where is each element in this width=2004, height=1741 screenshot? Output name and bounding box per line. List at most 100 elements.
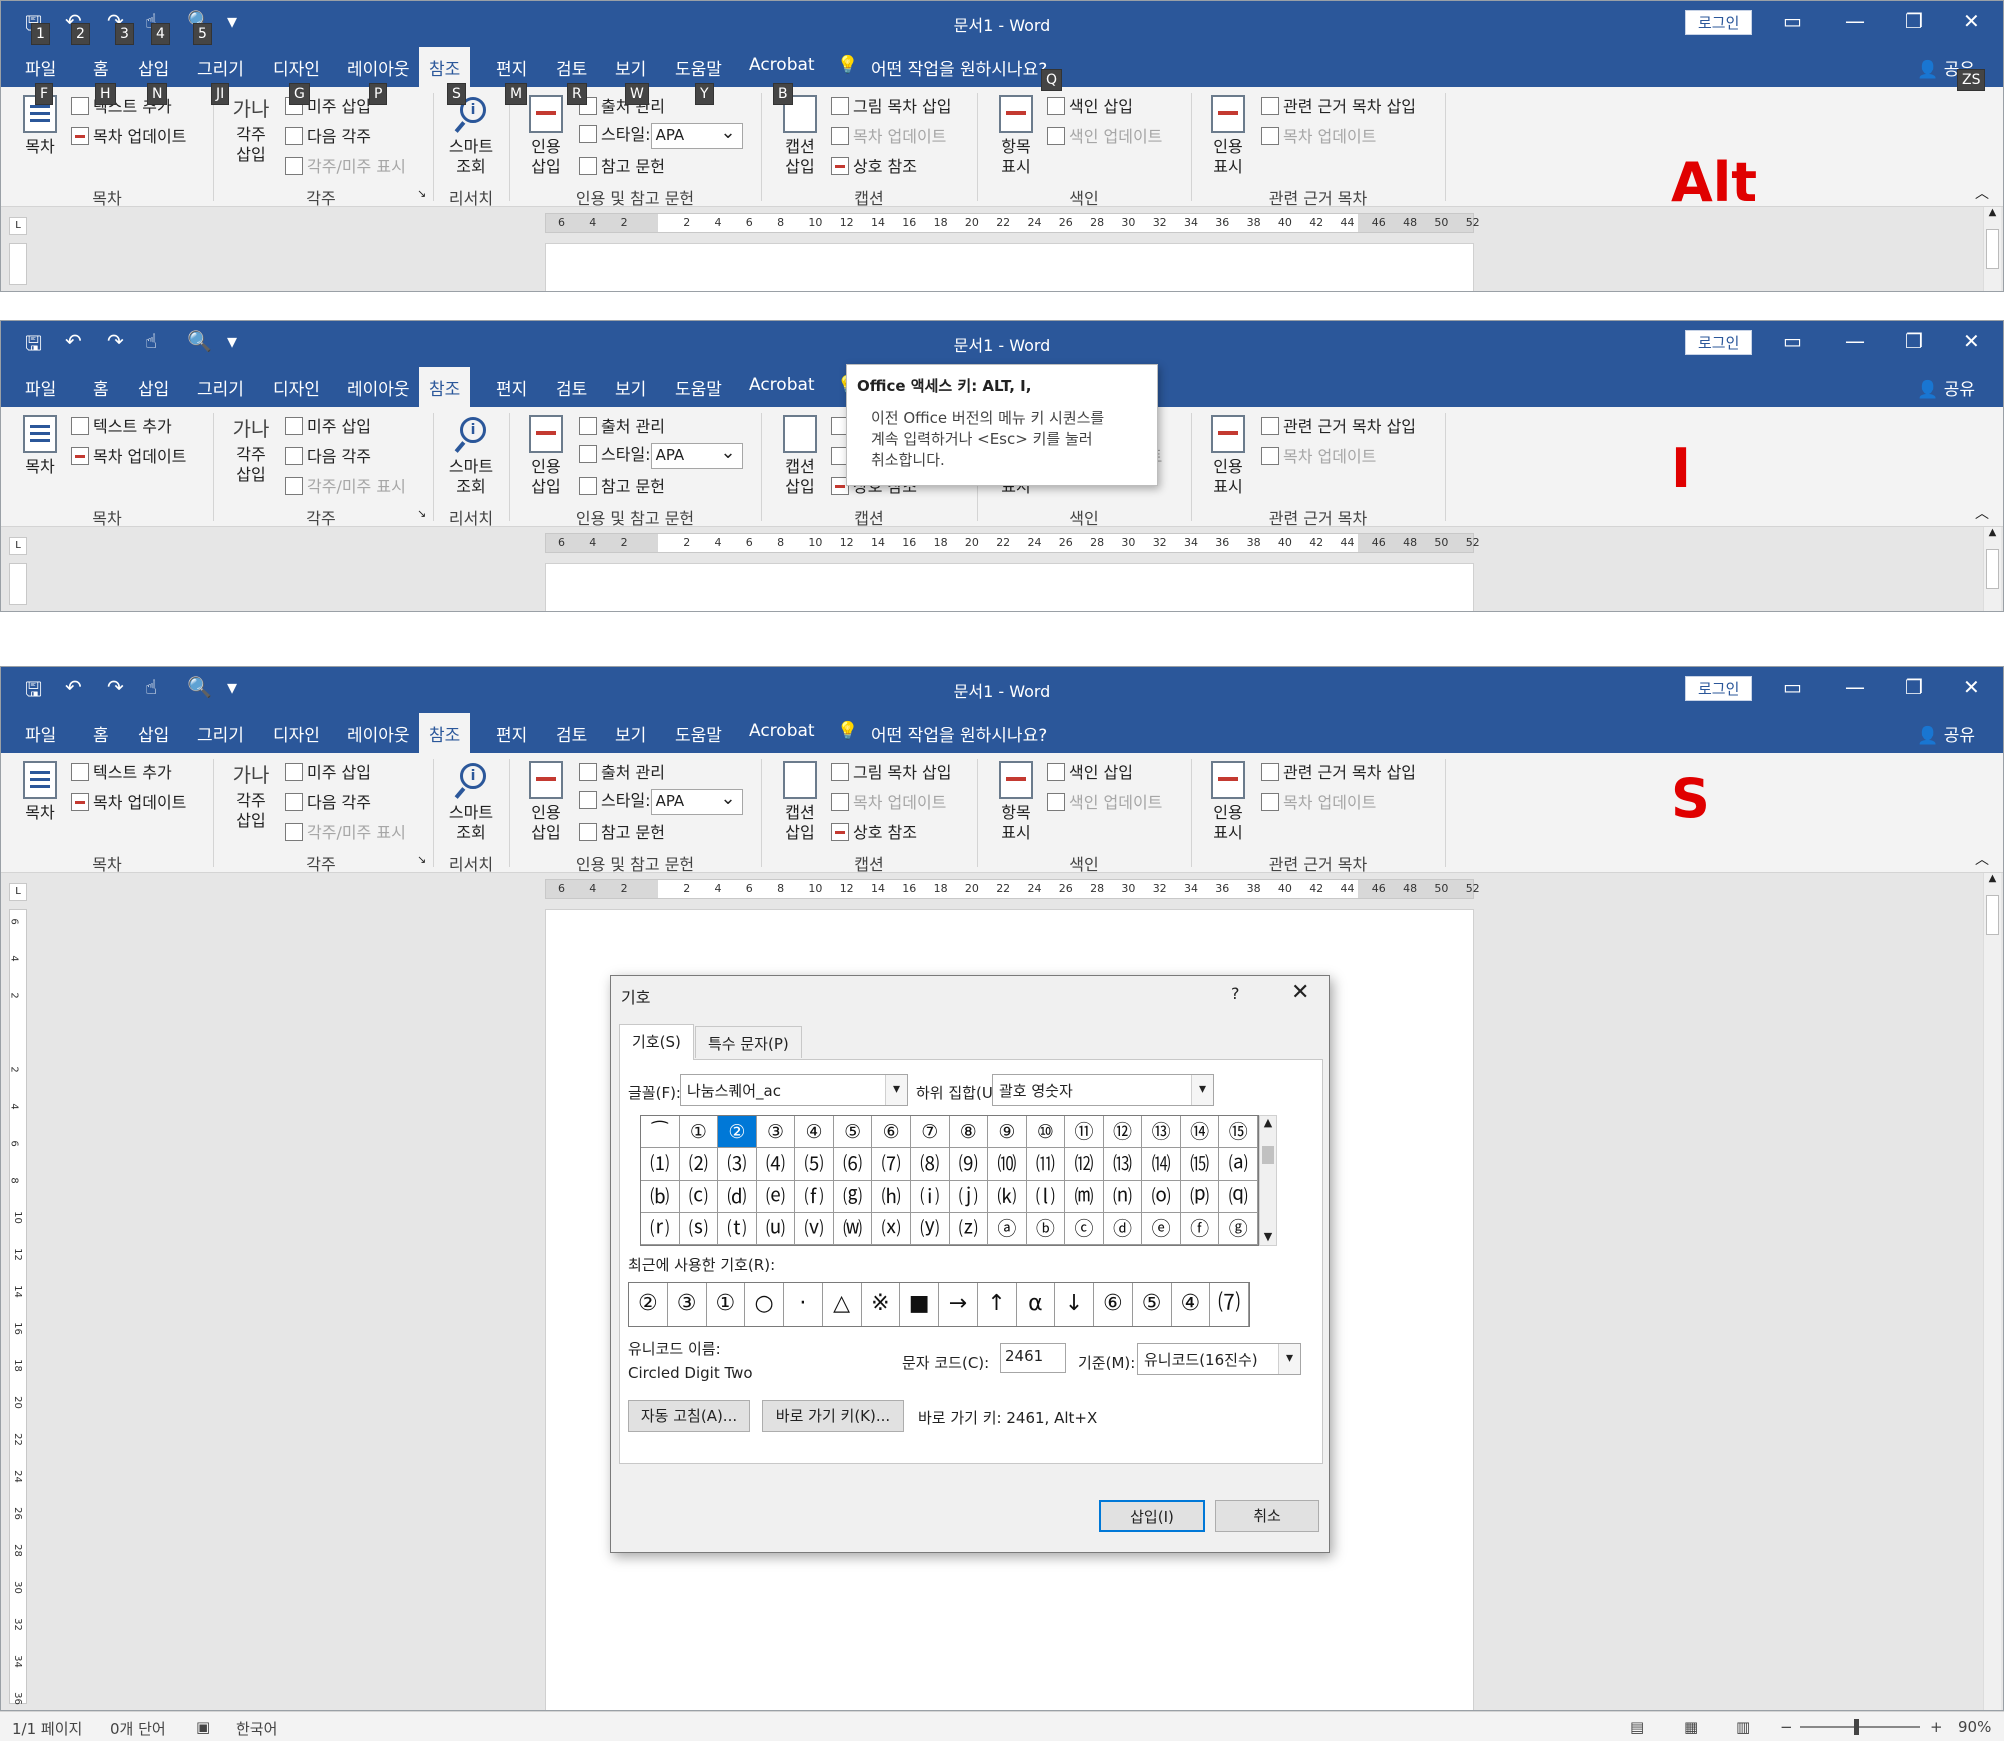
symbol-cell[interactable]: ⓒ xyxy=(1065,1212,1104,1245)
cancel-button[interactable]: 취소 xyxy=(1215,1500,1319,1532)
symbol-cell[interactable]: ⑾ xyxy=(1026,1148,1066,1181)
symbol-cell[interactable]: ⒢ xyxy=(833,1180,873,1213)
ribbon-display-icon[interactable]: ▭ xyxy=(1783,329,1802,353)
symbol-cell[interactable]: ⑿ xyxy=(1065,1148,1104,1181)
insert-caption-button[interactable]: 캡션 삽입 xyxy=(773,95,827,177)
tab-0[interactable]: 파일 xyxy=(25,55,56,80)
tab-selector-icon[interactable]: L xyxy=(9,537,27,555)
symbol-cell[interactable]: ⑷ xyxy=(756,1148,796,1181)
symbol-cell[interactable]: ② xyxy=(718,1116,757,1149)
add-text-button[interactable]: 텍스트 추가 xyxy=(71,413,172,437)
symbol-cell[interactable]: ③ xyxy=(756,1116,796,1149)
update-index-button[interactable]: 색인 업데이트 xyxy=(1047,123,1162,147)
vertical-scrollbar[interactable]: ▲ xyxy=(1983,527,2001,611)
dialog-close-icon[interactable]: ✕ xyxy=(1291,980,1309,1005)
scroll-down-icon[interactable]: ▼ xyxy=(1260,1230,1276,1243)
update-tof-button[interactable]: 목차 업데이트 xyxy=(831,789,946,813)
tab-8[interactable]: 검토 xyxy=(556,721,587,746)
symbol-cell[interactable]: ⒝ xyxy=(641,1180,680,1213)
tab-4[interactable]: 디자인 xyxy=(273,375,320,400)
recent-symbol-cell[interactable]: ⑤ xyxy=(1133,1283,1172,1326)
tab-7[interactable]: 편지 xyxy=(496,721,527,746)
symbol-cell[interactable]: ⒁ xyxy=(1142,1148,1181,1181)
tab-11[interactable]: Acrobat xyxy=(749,375,815,395)
style-select[interactable]: 스타일: APA xyxy=(579,441,743,469)
recent-symbols-grid[interactable]: ② ③ ① ○ · △ ※ ■ → ↑ α ↓ ⑥ ⑤ ④ ⑺ xyxy=(628,1282,1250,1327)
recent-symbol-cell[interactable]: ↑ xyxy=(978,1283,1017,1326)
toc-button[interactable]: 목차 xyxy=(15,761,65,823)
symbol-cell[interactable]: ⑫ xyxy=(1103,1116,1143,1149)
symbol-cell[interactable]: ⑴ xyxy=(641,1148,680,1181)
symbol-cell[interactable]: ⒪ xyxy=(1142,1180,1181,1213)
symbol-cell[interactable]: ⒞ xyxy=(679,1180,719,1213)
tab-9[interactable]: 보기 xyxy=(615,375,646,400)
symbol-cell[interactable]: ⒩ xyxy=(1103,1180,1143,1213)
insert-endnote-button[interactable]: 미주 삽입 xyxy=(285,413,371,437)
page-count[interactable]: 1/1 페이지 xyxy=(12,1718,82,1739)
style-value[interactable]: APA xyxy=(650,788,743,815)
symbol-cell[interactable]: ⁀ xyxy=(641,1116,680,1149)
insert-index-button[interactable]: 색인 삽입 xyxy=(1047,93,1133,117)
font-select[interactable]: 나눔스퀘어_ac ▾ xyxy=(680,1074,908,1106)
restore-icon[interactable]: ❐ xyxy=(1905,675,1923,699)
recent-symbol-cell[interactable]: ① xyxy=(707,1283,746,1326)
symbol-cell[interactable]: ⓐ xyxy=(988,1212,1027,1245)
tab-2[interactable]: 삽입 xyxy=(138,55,169,80)
bibliography-button[interactable]: 참고 문헌 xyxy=(579,473,665,497)
document-page[interactable] xyxy=(545,243,1474,291)
horizontal-ruler[interactable]: 6 4 2 2 4 6 8 10 12 14 16 18 20 22 24 26 28 30 32 34 36 38 40 4… xyxy=(545,879,1480,899)
tab-10[interactable]: 도움말 xyxy=(675,375,722,400)
tab-1[interactable]: 홈 xyxy=(93,721,109,746)
tab-3[interactable]: 그리기 xyxy=(197,721,244,746)
symbol-cell[interactable]: ⑵ xyxy=(679,1148,719,1181)
insert-caption-button[interactable]: 캡션 삽입 xyxy=(773,761,827,843)
symbol-cell[interactable]: ⒤ xyxy=(910,1180,950,1213)
dialog-launcher-icon[interactable]: ↘ xyxy=(417,187,426,200)
add-text-button[interactable]: 텍스트 추가 xyxy=(71,759,172,783)
tab-0[interactable]: 파일 xyxy=(25,721,56,746)
symbol-cell[interactable]: ⒥ xyxy=(949,1180,989,1213)
symbol-cell[interactable]: ⓕ xyxy=(1180,1212,1220,1245)
zoom-in-icon[interactable]: + xyxy=(1930,1718,1943,1736)
style-value[interactable]: APA xyxy=(650,442,743,469)
show-notes-button[interactable]: 각주/미주 표시 xyxy=(285,819,406,843)
tab-3[interactable]: 그리기 xyxy=(197,55,244,80)
symbol-cell[interactable]: ⒂ xyxy=(1180,1148,1220,1181)
recent-symbol-cell[interactable]: → xyxy=(939,1283,978,1326)
symbol-cell[interactable]: ⑹ xyxy=(833,1148,873,1181)
bibliography-button[interactable]: 참고 문헌 xyxy=(579,819,665,843)
recent-symbol-cell[interactable]: ④ xyxy=(1172,1283,1211,1326)
vertical-scrollbar[interactable]: ▲ xyxy=(1983,873,2001,1710)
subset-select[interactable]: 괄호 영숫자 ▾ xyxy=(992,1074,1214,1106)
login-button[interactable]: 로그인 xyxy=(1685,330,1753,355)
document-page[interactable] xyxy=(545,563,1474,611)
tell-me-input[interactable]: 어떤 작업을 원하시나요? xyxy=(871,721,1047,746)
show-notes-button[interactable]: 각주/미주 표시 xyxy=(285,153,406,177)
style-select[interactable]: 스타일: APA xyxy=(579,787,743,815)
mark-entry-button[interactable]: 항목 표시 xyxy=(989,761,1043,843)
symbol-cell[interactable]: ⓖ xyxy=(1219,1212,1258,1245)
tell-me-input[interactable]: 어떤 작업을 원하시나요? xyxy=(871,55,1047,80)
symbol-cell[interactable]: ① xyxy=(679,1116,719,1149)
symbol-cell[interactable]: ⒟ xyxy=(718,1180,757,1213)
zoom-slider-thumb[interactable] xyxy=(1854,1719,1859,1735)
insert-toa-button[interactable]: 관련 근거 목차 삽입 xyxy=(1261,93,1416,117)
mark-entry-button[interactable]: 항목 표시 xyxy=(989,95,1043,177)
tab-5[interactable]: 레이아웃 xyxy=(347,55,410,80)
tab-6[interactable]: 참조 xyxy=(419,47,471,87)
insert-button[interactable]: 삽입(I) xyxy=(1099,1500,1205,1532)
vertical-ruler[interactable] xyxy=(9,563,27,605)
symbol-cell[interactable]: ⒮ xyxy=(679,1212,719,1245)
symbol-cell[interactable]: ⓔ xyxy=(1142,1212,1181,1245)
vertical-ruler[interactable] xyxy=(9,243,27,285)
tab-6[interactable]: 참조 xyxy=(419,713,471,753)
update-tof-button[interactable]: 목차 업데이트 xyxy=(831,123,946,147)
vertical-scrollbar[interactable]: ▲ xyxy=(1983,207,2001,291)
symbol-cell[interactable]: ⑧ xyxy=(949,1116,989,1149)
tab-9[interactable]: 보기 xyxy=(615,721,646,746)
symbol-cell[interactable]: ⑮ xyxy=(1219,1116,1258,1149)
symbol-cell[interactable]: ④ xyxy=(795,1116,834,1149)
scroll-thumb[interactable] xyxy=(1986,549,1999,589)
symbol-cell[interactable]: ⑩ xyxy=(1026,1116,1066,1149)
tab-2[interactable]: 삽입 xyxy=(138,375,169,400)
